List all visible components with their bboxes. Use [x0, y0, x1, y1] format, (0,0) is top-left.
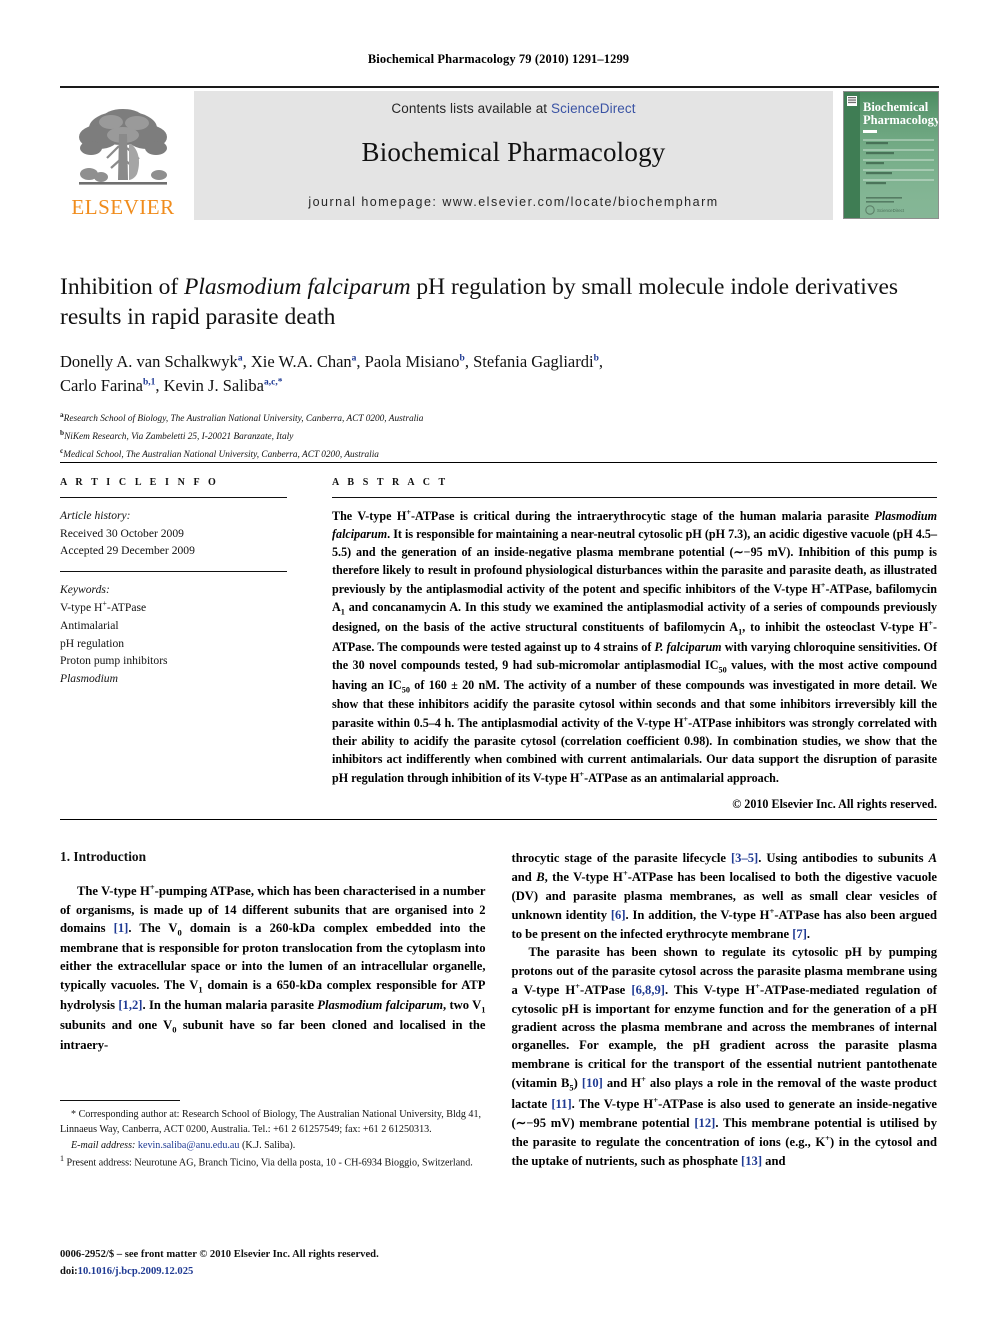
keywords-label: Keywords: — [60, 582, 110, 596]
article-history-label: Article history: — [60, 509, 131, 522]
abstract-rule — [332, 497, 937, 498]
author-affiliation-mark: b,1 — [142, 377, 156, 388]
email-label: E-mail address: — [71, 1139, 136, 1151]
footnote-corresponding-author: * Corresponding author at: Research Scho… — [60, 1109, 482, 1136]
title-species-name: Plasmodium falciparum — [184, 274, 411, 300]
article-info-rule — [60, 497, 287, 498]
keywords-rule — [60, 570, 287, 572]
abstract-copyright: © 2010 Elsevier Inc. All rights reserved… — [732, 797, 937, 812]
article-history-accepted: Accepted 29 December 2009 — [60, 544, 195, 558]
affiliation-item: cMedical School, The Australian National… — [60, 445, 937, 463]
citation-link[interactable]: [1,2] — [118, 998, 142, 1012]
introduction-paragraph-1-continued: throcytic stage of the parasite lifecycl… — [511, 851, 938, 941]
author-affiliation-mark: b — [593, 353, 599, 364]
title-block: Inhibition of Plasmodium falciparum pH r… — [60, 272, 937, 463]
footnote-mark: 1 — [60, 1153, 64, 1163]
abstract-text: The V-type H+-ATPase is critical during … — [332, 508, 938, 786]
author-name: Carlo Farina — [60, 376, 143, 396]
elsevier-wordmark: ELSEVIER — [71, 195, 175, 219]
journal-masthead: ELSEVIER Contents lists available at Sci… — [60, 86, 939, 220]
author-name: Xie W.A. Chan — [250, 352, 352, 372]
article-title: Inhibition of Plasmodium falciparum pH r… — [60, 272, 937, 332]
citation-link[interactable]: [12] — [694, 1116, 715, 1130]
article-history-group: Article history: Received 30 October 200… — [60, 507, 316, 560]
affiliation-list: aResearch School of Biology, The Austral… — [60, 409, 937, 463]
article-info-heading: A R T I C L E I N F O — [60, 477, 219, 488]
doi-link[interactable]: 10.1016/j.bcp.2009.12.025 — [78, 1266, 194, 1277]
doi-prefix: doi: — [60, 1265, 78, 1277]
author-item[interactable]: Kevin J. Salibaa,c,* — [164, 376, 283, 395]
author-name: Paola Misiano — [364, 352, 460, 372]
citation-link[interactable]: [1] — [114, 921, 129, 935]
affiliation-text: NiKem Research, Via Zambeletti 25, I-200… — [64, 432, 294, 443]
abstract-column: A B S T R A C T The V-type H+-ATPase is … — [332, 477, 937, 824]
journal-homepage-line[interactable]: journal homepage: www.elsevier.com/locat… — [194, 195, 833, 209]
keywords-group: Keywords: V-type H+-ATPase Antimalarial … — [60, 581, 316, 688]
author-item[interactable]: Donelly A. van Schalkwyka — [60, 352, 243, 371]
doi-line: doi:10.1016/j.bcp.2009.12.025 — [60, 1264, 500, 1281]
svg-text:Biochemical: Biochemical — [863, 100, 929, 114]
author-name: Stefania Gagliardi — [473, 352, 594, 372]
citation-link[interactable]: [6] — [611, 909, 626, 923]
footnote-present-address: 1 Present address: Neurotune AG, Branch … — [60, 1153, 473, 1169]
abstract-heading: A B S T R A C T — [332, 477, 449, 488]
divider-above-abstract — [60, 462, 937, 463]
journal-cover-image: Biochemical Pharmacology ScienceDirect — [844, 92, 939, 218]
issn-front-matter-line: 0006-2952/$ – see front matter © 2010 El… — [60, 1249, 379, 1260]
introduction-paragraph-2: The parasite has been shown to regulate … — [511, 945, 938, 1168]
elsevier-logo: ELSEVIER — [60, 91, 186, 220]
keyword-item[interactable]: Plasmodium — [60, 672, 118, 685]
footnote-block: * Corresponding author at: Research Scho… — [60, 1100, 490, 1171]
keyword-item[interactable]: Proton pump inhibitors — [60, 654, 168, 667]
author-affiliation-mark: a,c,* — [263, 377, 283, 388]
affiliation-item: aResearch School of Biology, The Austral… — [60, 409, 937, 427]
email-link[interactable]: kevin.saliba@anu.edu.au — [138, 1140, 240, 1151]
affiliation-text: Medical School, The Australian National … — [63, 450, 379, 461]
citation-link[interactable]: [3–5] — [731, 851, 758, 865]
running-head: Biochemical Pharmacology 79 (2010) 1291–… — [367, 52, 630, 66]
citation-link[interactable]: [7] — [792, 927, 807, 941]
contents-lists-line: Contents lists available at ScienceDirec… — [391, 101, 635, 116]
author-item[interactable]: Carlo Farinab,1 — [60, 376, 155, 395]
article-first-page: Biochemical Pharmacology 79 (2010) 1291–… — [0, 0, 992, 1323]
author-affiliation-mark: a — [351, 353, 357, 364]
author-item[interactable]: Xie W.A. Chana — [251, 352, 357, 371]
imprint-block: 0006-2952/$ – see front matter © 2010 El… — [60, 1247, 500, 1280]
author-name: Kevin J. Saliba — [163, 376, 264, 396]
journal-cover-thumbnail[interactable]: Biochemical Pharmacology ScienceDirect — [843, 91, 939, 219]
author-item[interactable]: Stefania Gagliardib — [473, 352, 599, 371]
svg-text:ScienceDirect: ScienceDirect — [877, 208, 905, 213]
journal-band: Contents lists available at ScienceDirec… — [194, 91, 833, 220]
keyword-item[interactable]: pH regulation — [60, 637, 124, 650]
author-affiliation-mark: a — [237, 353, 243, 364]
author-name: Donelly A. van Schalkwyk — [60, 352, 238, 372]
body-column-right: throcytic stage of the parasite lifecycl… — [512, 849, 938, 1170]
keyword-item[interactable]: V-type H+-ATPase — [60, 599, 146, 614]
citation-link[interactable]: [11] — [551, 1097, 571, 1111]
citation-link[interactable]: [10] — [582, 1076, 603, 1090]
title-part-1: Inhibition of — [60, 274, 185, 300]
svg-text:Pharmacology: Pharmacology — [863, 113, 939, 127]
article-history-received: Received 30 October 2009 — [60, 526, 184, 540]
footnote-rule — [60, 1100, 180, 1101]
journal-title: Biochemical Pharmacology — [361, 137, 666, 167]
footnote-email: E-mail address: kevin.saliba@anu.edu.au … — [60, 1138, 490, 1153]
citation-link[interactable]: [6,8,9] — [631, 983, 665, 997]
keyword-item[interactable]: Antimalarial — [60, 619, 119, 632]
affiliation-text: Research School of Biology, The Australi… — [63, 414, 424, 425]
info-abstract-section: A R T I C L E I N F O Article history: R… — [60, 477, 937, 824]
sciencedirect-link[interactable]: ScienceDirect — [551, 101, 636, 116]
introduction-paragraph-1: The V-type H+-pumping ATPase, which has … — [60, 882, 486, 1052]
email-suffix: (K.J. Saliba). — [239, 1139, 296, 1151]
author-affiliation-mark: b — [459, 353, 465, 364]
affiliation-item: bNiKem Research, Via Zambeletti 25, I-20… — [60, 427, 937, 445]
divider-below-abstract — [60, 819, 937, 820]
author-item[interactable]: Paola Misianob — [365, 352, 465, 371]
elsevier-tree-icon — [79, 109, 167, 185]
contents-lists-prefix: Contents lists available at — [391, 101, 552, 116]
article-info-column: A R T I C L E I N F O Article history: R… — [60, 477, 332, 824]
section-heading-introduction: 1. Introduction — [60, 849, 147, 864]
author-list: Donelly A. van Schalkwyka, Xie W.A. Chan… — [60, 352, 603, 396]
citation-link[interactable]: [13] — [741, 1154, 762, 1168]
